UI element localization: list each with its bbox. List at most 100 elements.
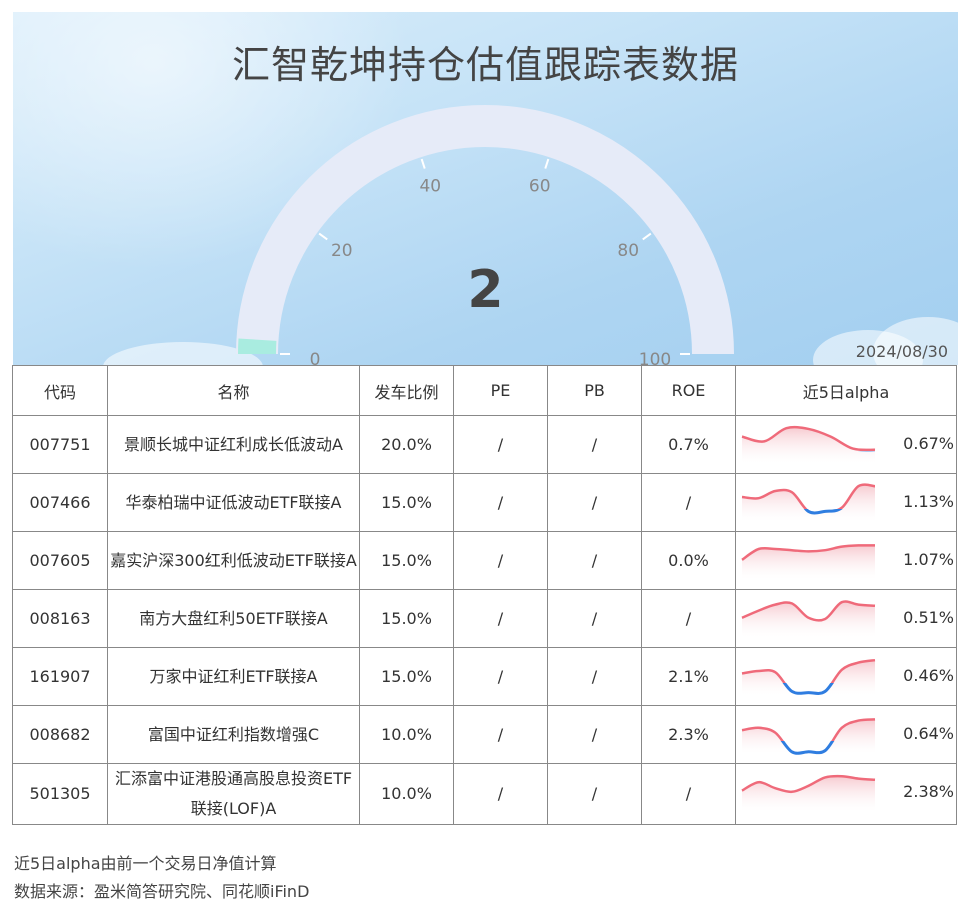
cell-roe: / [642,590,736,648]
cell-name: 嘉实沪深300红利低波动ETF联接A [108,532,360,590]
sparkline-area [742,601,875,637]
date-label: 2024/08/30 [856,342,948,361]
cell-alpha: 1.13% [736,474,957,532]
gauge-tick [319,234,327,240]
sparkline-area [742,776,875,811]
gauge-tick-label: 40 [419,177,441,197]
cell-pe: / [454,590,548,648]
header-banner: 汇智乾坤持仓估值跟踪表数据 020406080100 2 2024/08/30 [13,12,958,365]
alpha-value: 0.67% [903,429,954,459]
table-row: 161907万家中证红利ETF联接A15.0%//2.1% 0.46% [13,648,957,706]
header-pe: PE [454,366,548,416]
cell-pb: / [548,648,642,706]
cell-pe: / [454,764,548,825]
cell-ratio: 15.0% [360,532,454,590]
cell-pb: / [548,764,642,825]
cell-code: 008163 [13,590,108,648]
cell-pb: / [548,706,642,764]
cell-code: 008682 [13,706,108,764]
cell-ratio: 10.0% [360,764,454,825]
cell-pb: / [548,416,642,474]
footer: 近5日alpha由前一个交易日净值计算 数据来源：盈米简答研究院、同花顺iFin… [14,850,309,906]
alpha-sparkline [738,540,883,582]
header-pb: PB [548,366,642,416]
alpha-value: 2.38% [903,777,954,807]
alpha-value: 1.07% [903,545,954,575]
cell-ratio: 15.0% [360,648,454,706]
gauge-tick-label: 0 [310,350,321,365]
cell-alpha: 0.64% [736,706,957,764]
cell-ratio: 20.0% [360,416,454,474]
table-row: 007466华泰柏瑞中证低波动ETF联接A15.0%/// 1.13% [13,474,957,532]
cell-roe: / [642,474,736,532]
alpha-sparkline [738,772,883,814]
cell-pe: / [454,532,548,590]
cell-code: 501305 [13,764,108,825]
header-name: 名称 [108,366,360,416]
alpha-sparkline [738,598,883,640]
header-ratio: 发车比例 [360,366,454,416]
cell-alpha: 2.38% [736,764,957,825]
header-alpha: 近5日alpha [736,366,957,416]
cell-code: 007466 [13,474,108,532]
header-code: 代码 [13,366,108,416]
cell-pb: / [548,532,642,590]
holdings-table: 代码 名称 发车比例 PE PB ROE 近5日alpha 007751景顺长城… [12,365,957,825]
cell-roe: 2.3% [642,706,736,764]
gauge-tick-label: 20 [331,241,353,261]
cell-alpha: 0.67% [736,416,957,474]
cell-pe: / [454,474,548,532]
alpha-value: 0.51% [903,603,954,633]
cell-code: 161907 [13,648,108,706]
cell-ratio: 10.0% [360,706,454,764]
cell-roe: 2.1% [642,648,736,706]
gauge-tick-label: 100 [639,350,671,365]
table-row: 008163南方大盘红利50ETF联接A15.0%/// 0.51% [13,590,957,648]
cell-ratio: 15.0% [360,590,454,648]
gauge-tick [643,234,651,240]
alpha-sparkline [738,424,883,466]
alpha-value: 0.64% [903,719,954,749]
gauge-tick [422,159,425,169]
gauge-tick-label: 80 [617,241,639,261]
cell-code: 007751 [13,416,108,474]
cell-roe: 0.7% [642,416,736,474]
cell-roe: / [642,764,736,825]
gauge-value: 2 [13,260,958,320]
table-row: 501305汇添富中证港股通高股息投资ETF联接(LOF)A10.0%/// 2… [13,764,957,825]
gauge-tick-label: 60 [529,177,551,197]
table-header-row: 代码 名称 发车比例 PE PB ROE 近5日alpha [13,366,957,416]
alpha-sparkline [738,656,883,698]
cell-code: 007605 [13,532,108,590]
table-row: 007605嘉实沪深300红利低波动ETF联接A15.0%//0.0% 1.07… [13,532,957,590]
sparkline-area [742,427,875,463]
footer-note: 近5日alpha由前一个交易日净值计算 [14,850,309,878]
header-roe: ROE [642,366,736,416]
cell-alpha: 0.51% [736,590,957,648]
cell-name: 万家中证红利ETF联接A [108,648,360,706]
cell-alpha: 1.07% [736,532,957,590]
cell-name: 华泰柏瑞中证低波动ETF联接A [108,474,360,532]
cell-roe: 0.0% [642,532,736,590]
table-row: 007751景顺长城中证红利成长低波动A20.0%//0.7% 0.67% [13,416,957,474]
cell-ratio: 15.0% [360,474,454,532]
sparkline-area [742,719,875,753]
cell-name: 景顺长城中证红利成长低波动A [108,416,360,474]
cell-alpha: 0.46% [736,648,957,706]
alpha-sparkline [738,482,883,524]
cell-pe: / [454,706,548,764]
gauge-tick [545,159,548,169]
cell-name: 汇添富中证港股通高股息投资ETF联接(LOF)A [108,764,360,825]
cell-name: 富国中证红利指数增强C [108,706,360,764]
cell-name: 南方大盘红利50ETF联接A [108,590,360,648]
cell-pb: / [548,474,642,532]
table-row: 008682富国中证红利指数增强C10.0%//2.3% 0.64% [13,706,957,764]
alpha-value: 0.46% [903,661,954,691]
sparkline-area [742,660,875,695]
cell-pe: / [454,416,548,474]
cell-pe: / [454,648,548,706]
alpha-value: 1.13% [903,487,954,517]
cell-pb: / [548,590,642,648]
footer-source: 数据来源：盈米简答研究院、同花顺iFinD [14,878,309,906]
alpha-sparkline [738,714,883,756]
